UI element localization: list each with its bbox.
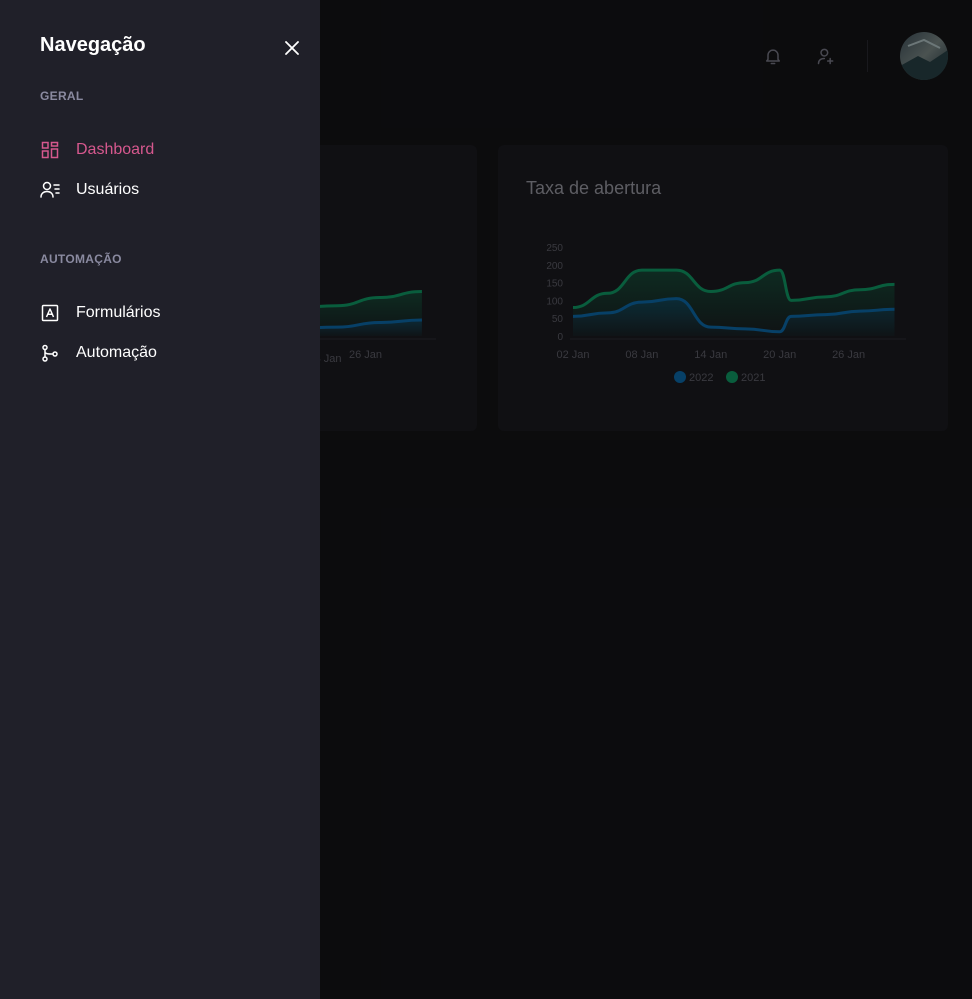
automation-flow-icon (40, 343, 60, 363)
section-label-geral: GERAL (40, 89, 84, 103)
form-icon (40, 303, 60, 323)
nav-item-label: Dashboard (76, 141, 155, 158)
dashboard-icon (40, 140, 60, 160)
nav-item-label: Usuários (76, 181, 140, 198)
nav-item-usuarios[interactable]: Usuários (40, 176, 139, 204)
section-label-automacao: AUTOMAÇÃO (40, 252, 122, 266)
nav-item-label: Formulários (76, 304, 161, 321)
nav-item-automacao[interactable]: Automação (40, 339, 157, 367)
drawer-title: Navegação (40, 34, 146, 56)
navigation-drawer: Navegação GERAL Dashboard Usuários AUTOM… (0, 0, 320, 999)
nav-item-label: Automação (76, 344, 157, 361)
close-icon[interactable] (281, 37, 303, 59)
users-list-icon (40, 180, 60, 200)
nav-item-formularios[interactable]: Formulários (40, 299, 160, 327)
nav-item-dashboard[interactable]: Dashboard (40, 136, 154, 164)
